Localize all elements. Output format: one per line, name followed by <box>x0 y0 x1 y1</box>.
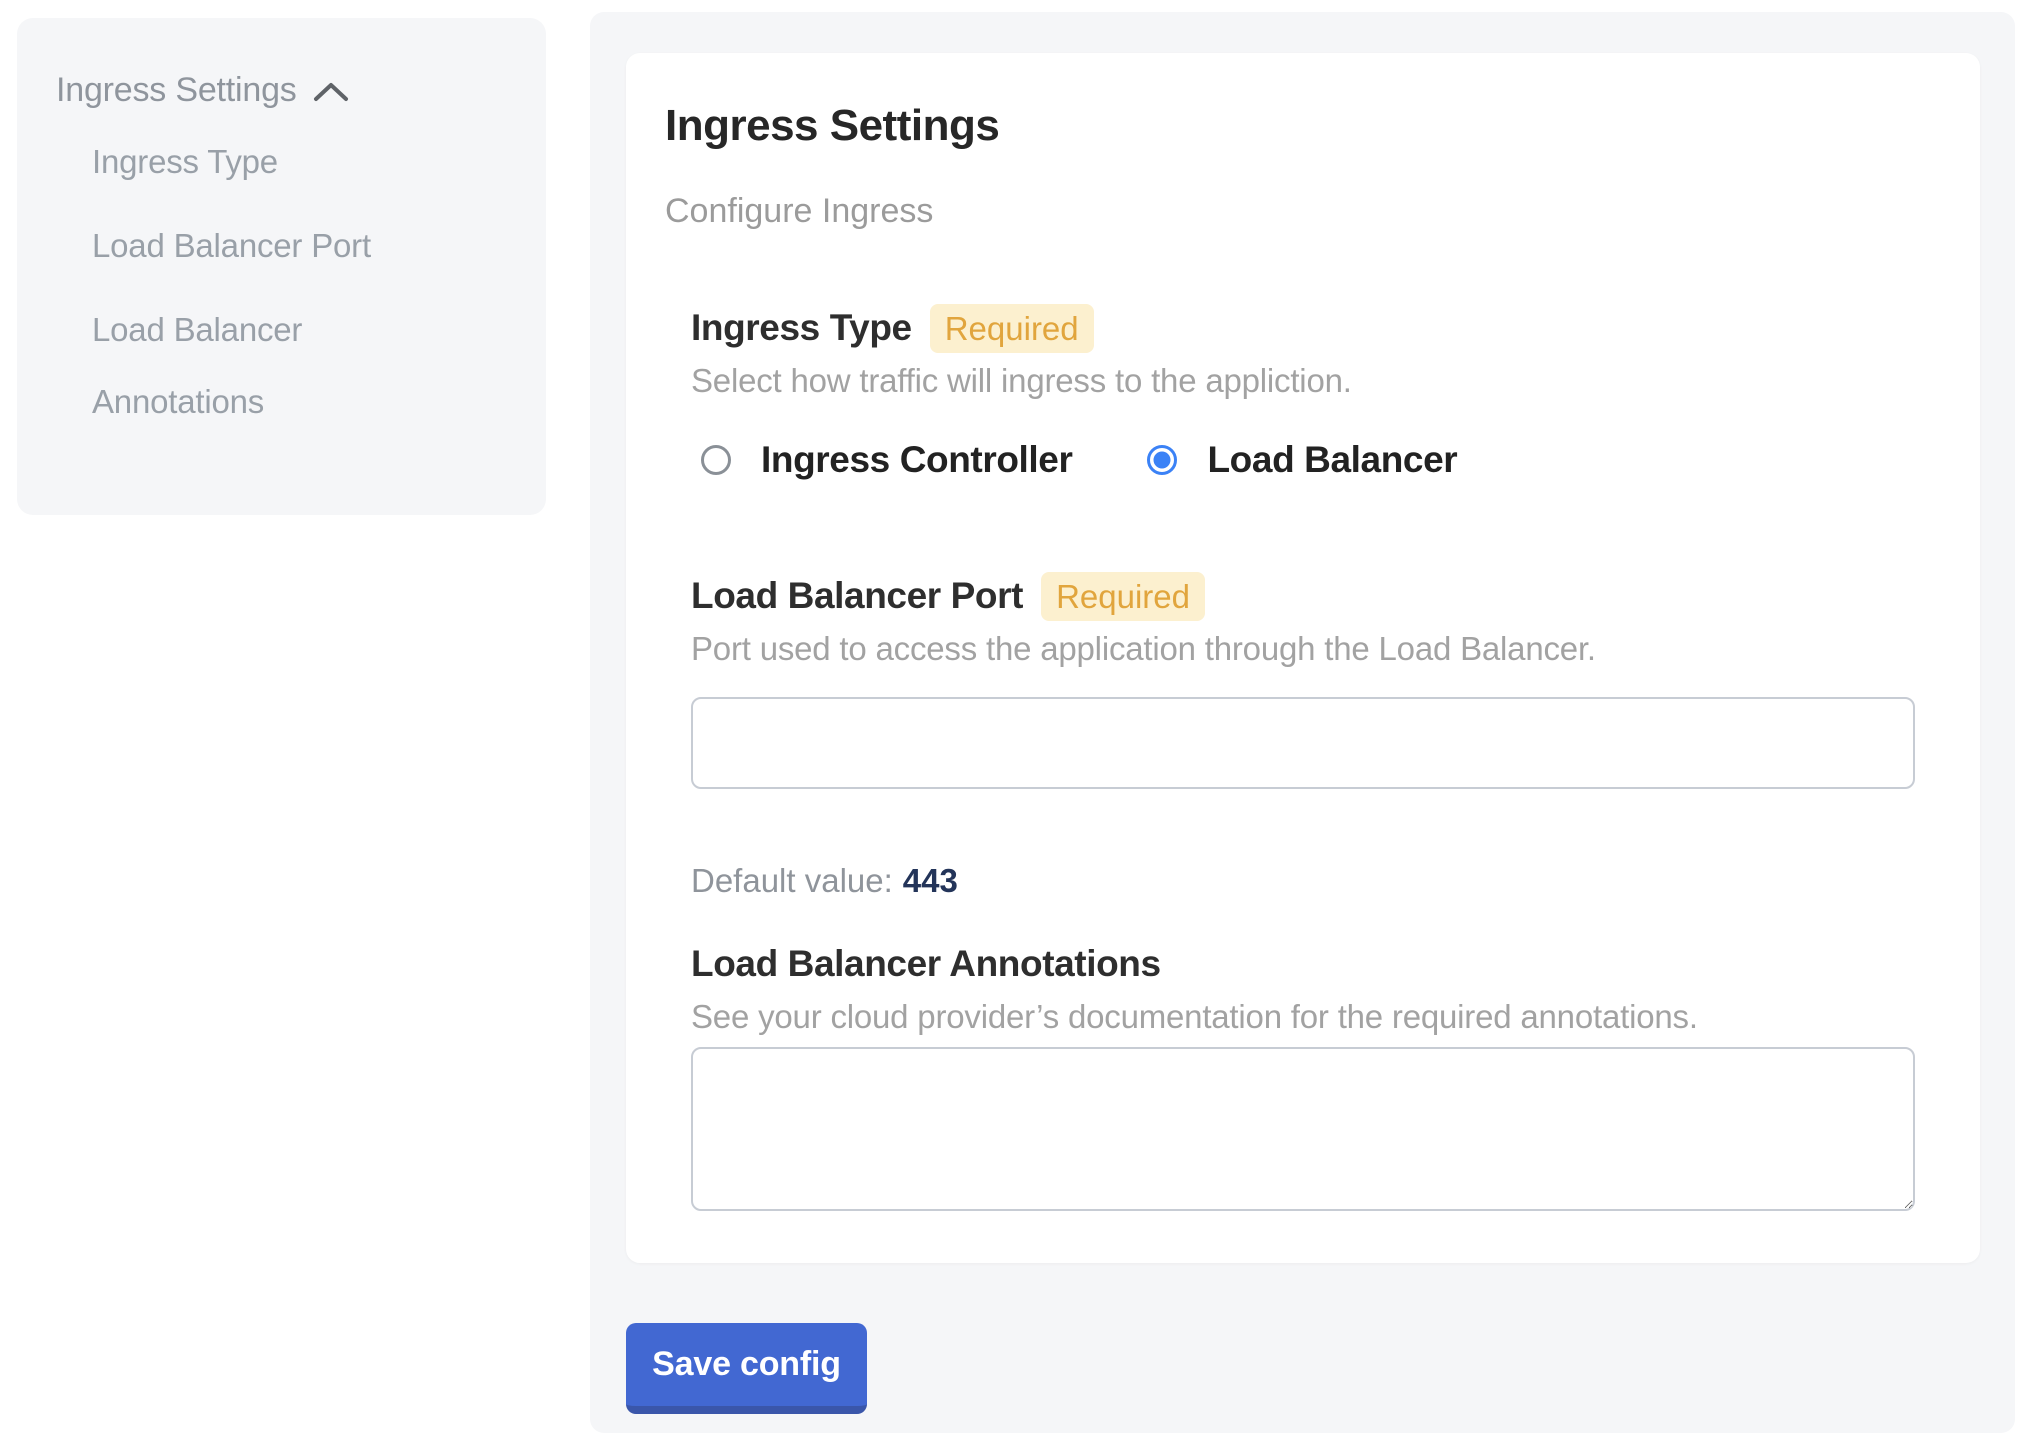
lb-port-description: Port used to access the application thro… <box>691 629 1915 669</box>
required-badge: Required <box>1041 572 1205 621</box>
app-screen: Ingress Settings Ingress Type Load Balan… <box>0 0 2036 1452</box>
radio-option-ingress-controller[interactable]: Ingress Controller <box>701 439 1072 481</box>
default-value-label: Default value: <box>691 862 893 899</box>
lb-port-label: Load Balancer Port <box>691 571 1023 621</box>
section-ingress-type: Ingress Type Required Select how traffic… <box>691 303 1915 481</box>
sidebar-group-ingress-settings[interactable]: Ingress Settings <box>56 68 522 112</box>
ingress-settings-card: Ingress Settings Configure Ingress Ingre… <box>626 53 1980 1263</box>
section-load-balancer-annotations: Load Balancer Annotations See your cloud… <box>691 939 1915 1211</box>
lb-annotations-description: See your cloud provider’s documentation … <box>691 997 1915 1037</box>
form-sections: Ingress Type Required Select how traffic… <box>691 303 1915 1211</box>
save-config-button[interactable]: Save config <box>626 1323 867 1414</box>
ingress-type-description: Select how traffic will ingress to the a… <box>691 361 1915 401</box>
lb-port-heading-row: Load Balancer Port Required <box>691 571 1915 621</box>
sidebar-item-ingress-type[interactable]: Ingress Type <box>92 126 402 198</box>
radio-icon[interactable] <box>701 445 731 475</box>
radio-option-label: Load Balancer <box>1207 439 1457 481</box>
radio-icon[interactable] <box>1147 445 1177 475</box>
chevron-up-icon[interactable] <box>313 81 349 103</box>
page-subtitle: Configure Ingress <box>665 191 1940 231</box>
load-balancer-annotations-textarea[interactable] <box>691 1047 1915 1211</box>
sidebar-sublist: Ingress Type Load Balancer Port Load Bal… <box>56 126 522 438</box>
section-load-balancer-port: Load Balancer Port Required Port used to… <box>691 571 1915 901</box>
lb-annotations-heading-row: Load Balancer Annotations <box>691 939 1915 989</box>
radio-option-label: Ingress Controller <box>761 439 1072 481</box>
required-badge: Required <box>930 304 1094 353</box>
lb-annotations-label: Load Balancer Annotations <box>691 939 1161 989</box>
sidebar-group-label: Ingress Settings <box>56 68 297 112</box>
page-title: Ingress Settings <box>665 101 1940 151</box>
sidebar-item-load-balancer-annotations[interactable]: Load Balancer Annotations <box>92 294 402 438</box>
radio-option-load-balancer[interactable]: Load Balancer <box>1147 439 1457 481</box>
sidebar-item-load-balancer-port[interactable]: Load Balancer Port <box>92 210 402 282</box>
ingress-type-radio-group: Ingress Controller Load Balancer <box>701 439 1915 481</box>
default-value: 443 <box>903 862 958 899</box>
default-value-line: Default value: 443 <box>691 861 1915 901</box>
ingress-type-label: Ingress Type <box>691 303 912 353</box>
settings-sidebar: Ingress Settings Ingress Type Load Balan… <box>17 18 546 515</box>
load-balancer-port-input[interactable] <box>691 697 1915 789</box>
ingress-type-heading-row: Ingress Type Required <box>691 303 1915 353</box>
